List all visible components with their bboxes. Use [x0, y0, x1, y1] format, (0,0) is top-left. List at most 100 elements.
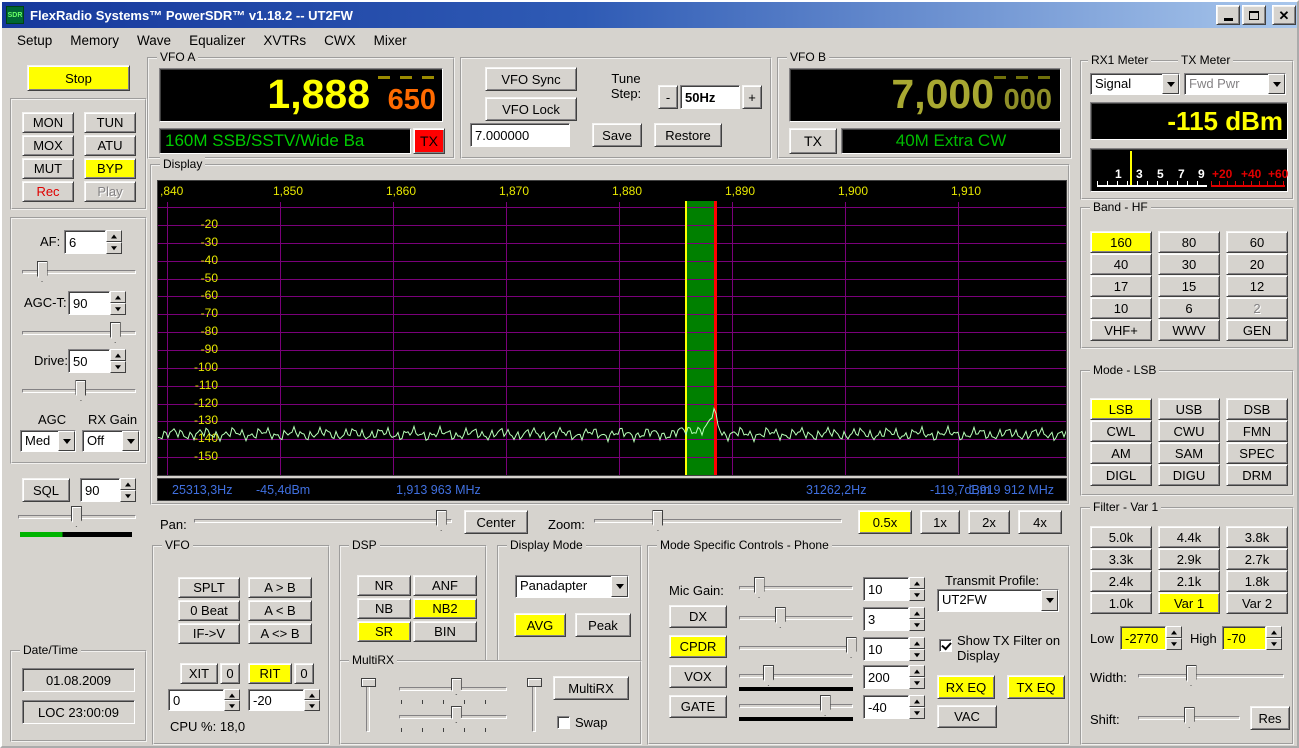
agct-spinner[interactable]: 90 [68, 291, 126, 315]
filter-var2-button[interactable]: Var 2 [1226, 592, 1288, 614]
minimize-button[interactable] [1216, 5, 1240, 25]
cpdr-slider[interactable] [737, 637, 857, 659]
spin-down-icon[interactable] [909, 677, 925, 689]
filter-low-spinner[interactable]: -2770 [1120, 626, 1182, 650]
chevron-down-icon[interactable] [1268, 74, 1285, 94]
band-10-button[interactable]: 10 [1090, 297, 1152, 319]
spectrum-plot[interactable]: ,840 1,850 1,860 1,870 1,880 1,890 1,900 1,910-… [157, 180, 1067, 476]
tun-button[interactable]: TUN [84, 112, 136, 133]
tune-step-up-button[interactable]: + [742, 85, 762, 109]
spin-up-icon[interactable] [909, 577, 925, 589]
slider-thumb[interactable] [1183, 707, 1195, 728]
slider-thumb[interactable] [527, 678, 542, 687]
mode-dsb-button[interactable]: DSB [1226, 398, 1288, 420]
chevron-down-icon[interactable] [1162, 74, 1179, 94]
spin-down-icon[interactable] [120, 490, 136, 502]
mon-button[interactable]: MON [22, 112, 74, 133]
menu-wave[interactable]: Wave [128, 30, 180, 51]
xit-spinner[interactable]: 0 [168, 689, 240, 711]
band-wwv-button[interactable]: WWV [1158, 319, 1220, 341]
mode-digl-button[interactable]: DIGL [1090, 464, 1152, 486]
spin-down-icon[interactable] [909, 649, 925, 661]
spin-up-icon[interactable] [110, 291, 126, 303]
agct-value[interactable]: 90 [68, 291, 110, 315]
tx-eq-button[interactable]: TX EQ [1007, 675, 1065, 699]
mode-sam-button[interactable]: SAM [1158, 442, 1220, 464]
slider-thumb[interactable] [450, 706, 462, 723]
sql-spinner[interactable]: 90 [80, 478, 136, 502]
filter-3k3-button[interactable]: 3.3k [1090, 548, 1152, 570]
sql-slider[interactable] [16, 506, 138, 528]
start-stop-button[interactable]: Stop [27, 65, 130, 91]
xit-clear-button[interactable]: 0 [220, 663, 240, 684]
vox-value[interactable]: 200 [863, 665, 909, 689]
gate-spinner[interactable]: -40 [863, 695, 925, 719]
pan-slider[interactable] [192, 510, 454, 532]
filter-3k8-button[interactable]: 3.8k [1226, 526, 1288, 548]
transmit-profile-select[interactable]: UT2FW [937, 589, 1059, 612]
chevron-down-icon[interactable] [58, 431, 75, 451]
byp-button[interactable]: BYP [84, 158, 136, 179]
menu-memory[interactable]: Memory [61, 30, 128, 51]
filter-width-slider[interactable] [1136, 665, 1286, 687]
spin-up-icon[interactable] [909, 607, 925, 619]
rit-value[interactable]: -20 [248, 689, 304, 711]
mode-fmn-button[interactable]: FMN [1226, 420, 1288, 442]
spin-down-icon[interactable] [1266, 638, 1282, 650]
slider-thumb[interactable] [435, 510, 447, 531]
dx-value[interactable]: 3 [863, 607, 909, 631]
slider-thumb[interactable] [75, 380, 87, 401]
title-bar[interactable]: SDR FlexRadio Systems™ PowerSDR™ v1.18.2… [2, 2, 1297, 28]
close-button[interactable]: ✕ [1272, 5, 1296, 25]
vox-spinner[interactable]: 200 [863, 665, 925, 689]
nb-button[interactable]: NB [357, 598, 411, 619]
band-20-button[interactable]: 20 [1226, 253, 1288, 275]
gate-button[interactable]: GATE [669, 695, 727, 718]
tune-step-value[interactable]: 50Hz [680, 85, 740, 109]
rxgain-select[interactable]: Off [82, 430, 140, 452]
spin-up-icon[interactable] [224, 689, 240, 700]
sr-button[interactable]: SR [357, 621, 411, 642]
spin-up-icon[interactable] [909, 665, 925, 677]
zoom-1x-button[interactable]: 1x [920, 510, 960, 534]
band-60-button[interactable]: 60 [1226, 231, 1288, 253]
drive-value[interactable]: 50 [68, 349, 110, 373]
multirx-pan-left-slider[interactable] [361, 676, 376, 734]
nb2-button[interactable]: NB2 [413, 598, 477, 619]
center-button[interactable]: Center [464, 510, 528, 534]
vfo-a-tx-indicator[interactable]: TX [413, 128, 445, 154]
mut-button[interactable]: MUT [22, 158, 74, 179]
mode-cwu-button[interactable]: CWU [1158, 420, 1220, 442]
band-17-button[interactable]: 17 [1090, 275, 1152, 297]
rec-button[interactable]: Rec [22, 181, 74, 202]
slider-thumb[interactable] [36, 261, 48, 282]
mox-button[interactable]: MOX [22, 135, 74, 156]
slider-thumb[interactable] [753, 577, 765, 598]
vfo-a-frequency-display[interactable]: 1,888 650 [159, 68, 443, 122]
filter-1k8-button[interactable]: 1.8k [1226, 570, 1288, 592]
slider-thumb[interactable] [762, 665, 774, 686]
filter-2k7-button[interactable]: 2.7k [1226, 548, 1288, 570]
spin-up-icon[interactable] [120, 478, 136, 490]
mode-digu-button[interactable]: DIGU [1158, 464, 1220, 486]
multirx-gain-slider-2[interactable] [397, 706, 509, 724]
rx-eq-button[interactable]: RX EQ [937, 675, 995, 699]
spin-down-icon[interactable] [304, 700, 320, 711]
slider-thumb[interactable] [819, 695, 831, 716]
mode-am-button[interactable]: AM [1090, 442, 1152, 464]
mic-gain-slider[interactable] [737, 577, 855, 599]
chevron-down-icon[interactable] [1041, 590, 1058, 611]
zoom-2x-button[interactable]: 2x [968, 510, 1010, 534]
filter-low-value[interactable]: -2770 [1120, 626, 1166, 650]
slider-thumb[interactable] [1185, 665, 1197, 686]
display-mode-select[interactable]: Panadapter [515, 575, 629, 598]
cpdr-button[interactable]: CPDR [669, 635, 727, 658]
gate-slider[interactable] [737, 695, 855, 717]
filter-shift-slider[interactable] [1136, 707, 1242, 729]
dx-button[interactable]: DX [669, 605, 727, 628]
spin-up-icon[interactable] [909, 637, 925, 649]
spin-up-icon[interactable] [909, 695, 925, 707]
band-2-button[interactable]: 2 [1226, 297, 1288, 319]
filter-1k-button[interactable]: 1.0k [1090, 592, 1152, 614]
menu-setup[interactable]: Setup [8, 30, 61, 51]
